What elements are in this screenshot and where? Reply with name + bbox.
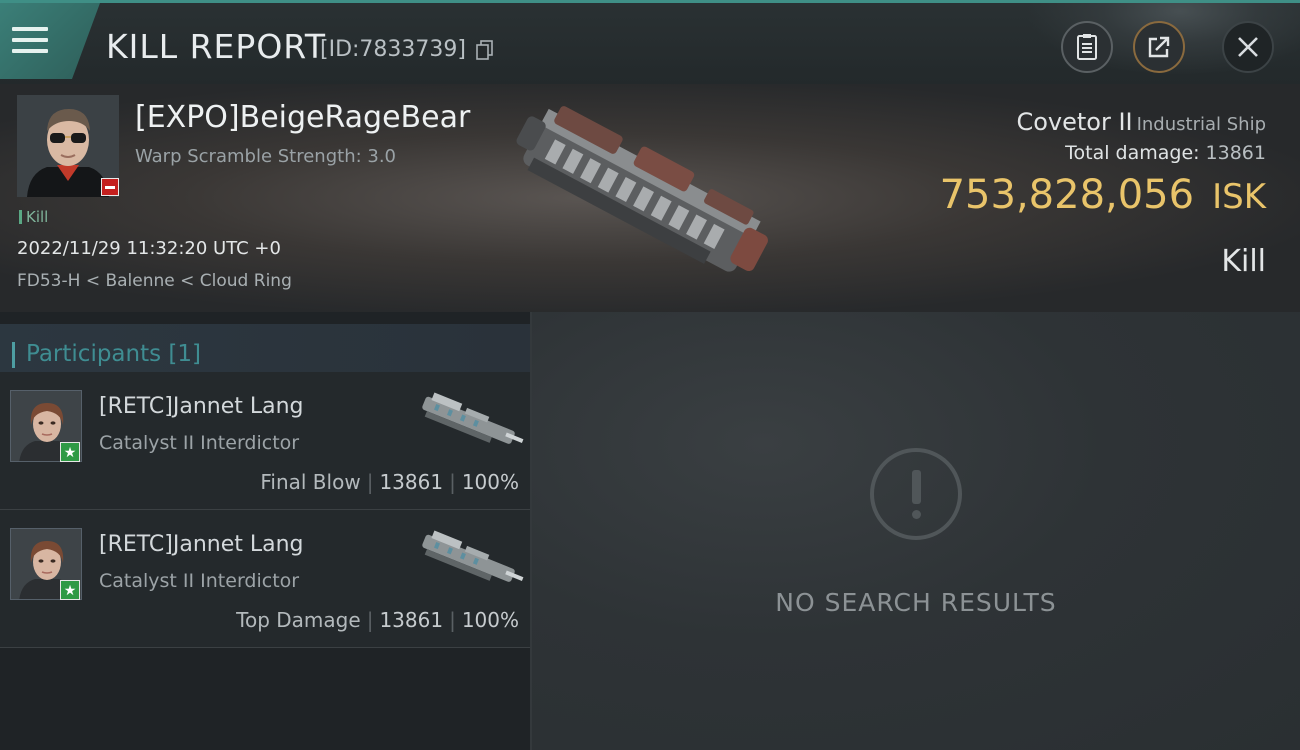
stat-separator: |: [366, 608, 374, 632]
warp-scramble-strength: Warp Scramble Strength: 3.0: [135, 146, 397, 167]
victim-banner: [EXPO]BeigeRageBear Warp Scramble Streng…: [0, 84, 1300, 312]
participant-role: Top Damage: [236, 608, 361, 632]
participant-damage: 13861: [379, 470, 444, 494]
menu-icon: [12, 27, 48, 57]
participant-ship-image[interactable]: [412, 390, 528, 454]
participant-damage: 13861: [379, 608, 444, 632]
stat-separator: |: [366, 470, 374, 494]
result-label: Kill: [1221, 244, 1266, 279]
copy-icon[interactable]: [476, 40, 494, 60]
report-id: [ID:7833739]: [320, 37, 466, 62]
participant-name[interactable]: [RETC]Jannet Lang: [99, 394, 304, 419]
close-button[interactable]: [1222, 21, 1274, 73]
page-title: KILL REPORT: [106, 27, 326, 66]
participant-name[interactable]: [RETC]Jannet Lang: [99, 532, 304, 557]
close-icon: [1238, 37, 1258, 57]
friendly-star-icon: ★: [60, 442, 80, 462]
results-panel: NO SEARCH RESULTS: [532, 312, 1300, 750]
participants-title: Participants [1]: [26, 341, 201, 367]
participant-stats: Final Blow | 13861 | 100%: [260, 470, 519, 494]
participant-stats: Top Damage | 13861 | 100%: [236, 608, 519, 632]
share-button[interactable]: [1133, 21, 1185, 73]
stat-separator: |: [449, 470, 456, 494]
isk-value: 753,828,056 ISK: [940, 172, 1266, 218]
participant-role: Final Blow: [260, 470, 361, 494]
ship-name[interactable]: Covetor II: [1016, 108, 1132, 136]
share-icon: [1148, 36, 1170, 58]
total-damage: Total damage: 13861: [1065, 142, 1266, 164]
stat-separator: |: [449, 608, 456, 632]
kill-datetime: 2022/11/29 11:32:20 UTC +0: [17, 238, 281, 259]
isk-unit: ISK: [1212, 177, 1266, 217]
participant-ship: Catalyst II Interdictor: [99, 570, 300, 592]
victim-name[interactable]: [EXPO]BeigeRageBear: [135, 100, 470, 135]
participant-percent: 100%: [461, 608, 519, 632]
total-damage-value: 13861: [1205, 142, 1266, 164]
hostile-badge-icon: [101, 178, 119, 196]
header-accent-bar: [12, 342, 15, 368]
friendly-star-icon: ★: [60, 580, 80, 600]
exclamation-icon: [870, 448, 962, 540]
ship-class: Industrial Ship: [1136, 114, 1266, 135]
document-button[interactable]: [1061, 21, 1113, 73]
victim-ship-image[interactable]: [500, 94, 790, 294]
kill-location[interactable]: FD53-H < Balenne < Cloud Ring: [17, 271, 292, 291]
total-damage-label: Total damage:: [1065, 142, 1200, 164]
top-bar: KILL REPORT [ID:7833739]: [0, 0, 1300, 87]
kill-tag: Kill: [19, 208, 48, 226]
victim-ship-type: Covetor II Industrial Ship: [1016, 108, 1266, 136]
participant-percent: 100%: [461, 470, 519, 494]
participant-ship-image[interactable]: [412, 528, 528, 592]
participant-ship: Catalyst II Interdictor: [99, 432, 300, 454]
menu-button[interactable]: [0, 3, 100, 79]
isk-amount: 753,828,056: [939, 172, 1195, 218]
participant-row[interactable]: ★ [RETC]Jannet Lang Catalyst II Interdic…: [0, 510, 530, 648]
no-results-message: NO SEARCH RESULTS: [775, 588, 1057, 617]
document-icon: [1077, 34, 1097, 60]
participant-row[interactable]: ★ [RETC]Jannet Lang Catalyst II Interdic…: [0, 372, 530, 510]
